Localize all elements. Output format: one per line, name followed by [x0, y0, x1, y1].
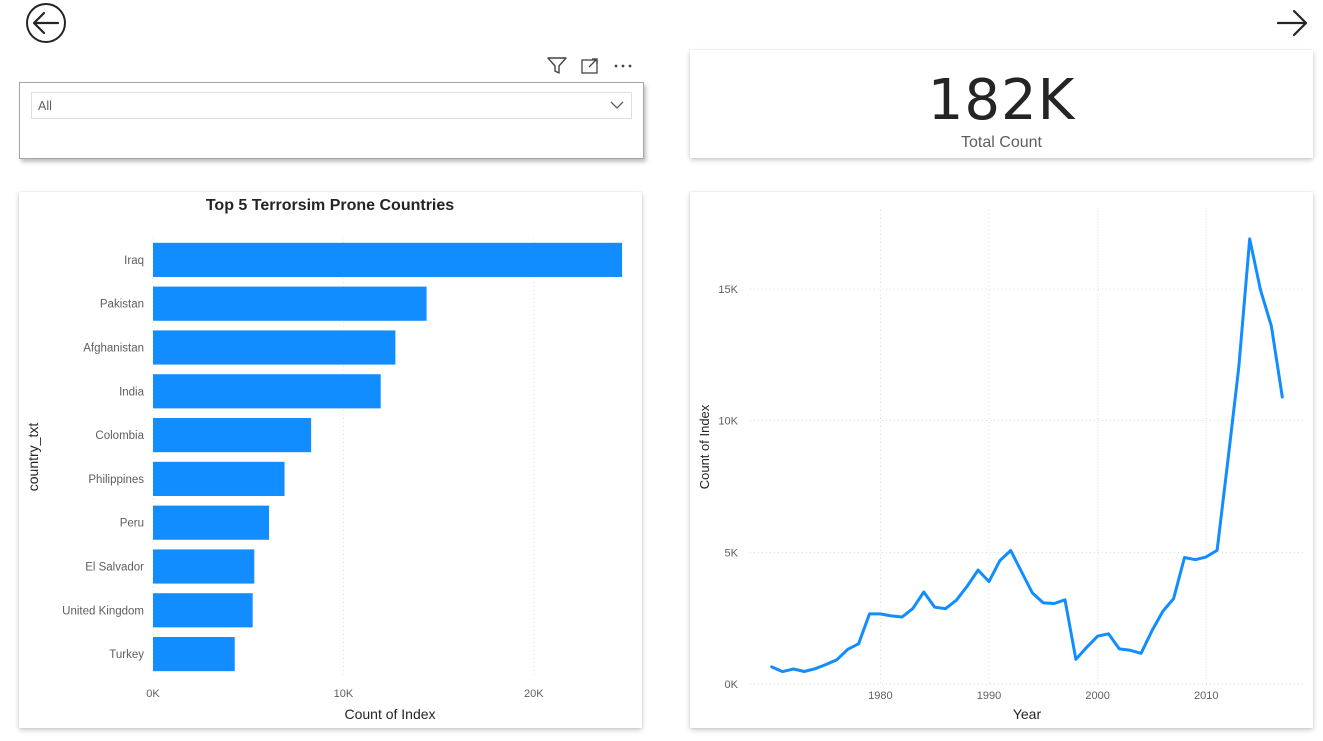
bar	[153, 549, 255, 584]
line-chart-card: 0K 5K 10K 15K 1980 1990 2000 2010 Year Count of I…	[690, 192, 1313, 728]
category-label: Pakistan	[100, 299, 144, 311]
x-tick-label: 10K	[334, 688, 354, 700]
y-tick-label: 10K	[718, 416, 738, 428]
bar-chart: 0K 10K 20K Iraq Pakistan Afghanistan India Colo…	[25, 197, 623, 722]
slicer-selected-value: All	[38, 98, 52, 113]
back-button[interactable]	[24, 2, 68, 46]
x-tick-label: 1980	[868, 690, 892, 702]
category-label: India	[119, 386, 145, 398]
forward-arrow-icon	[1276, 9, 1308, 37]
bar	[153, 286, 427, 321]
visual-header	[546, 56, 634, 81]
filter-icon[interactable]	[546, 56, 568, 81]
x-axis-title: Year	[1013, 706, 1042, 722]
bar	[153, 374, 381, 409]
chart-title: Top 5 Terrorsim Prone Countries	[206, 197, 454, 214]
x-tick-label: 2010	[1194, 690, 1218, 702]
kpi-card: 182K Total Count	[690, 50, 1313, 158]
bar-chart-card: 0K 10K 20K Iraq Pakistan Afghanistan India Colo…	[19, 192, 642, 728]
slicer-card: All	[19, 82, 644, 159]
chevron-down-icon	[609, 98, 625, 115]
bar	[153, 242, 623, 277]
focus-mode-icon[interactable]	[580, 56, 600, 81]
x-tick-label: 20K	[524, 688, 544, 700]
category-label: United Kingdom	[62, 605, 144, 617]
kpi-label: Total Count	[961, 134, 1042, 151]
category-label: Iraq	[124, 255, 144, 267]
x-tick-label: 0K	[146, 688, 160, 700]
x-axis-title: Count of Index	[344, 706, 435, 722]
y-axis-title: country_txt	[25, 423, 41, 492]
category-label: Turkey	[109, 649, 144, 661]
kpi-value: 182K	[927, 68, 1076, 133]
back-arrow-icon	[26, 3, 66, 43]
category-label: Colombia	[95, 430, 144, 442]
bar	[153, 330, 396, 365]
line-chart: 0K 5K 10K 15K 1980 1990 2000 2010 Year Count of I…	[697, 210, 1304, 722]
series-line	[770, 237, 1284, 674]
bar	[153, 418, 312, 453]
y-axis-title: Count of Index	[697, 404, 712, 489]
category-label: Peru	[120, 518, 144, 530]
y-tick-label: 0K	[725, 679, 739, 691]
more-options-icon[interactable]	[612, 56, 634, 81]
x-tick-label: 2000	[1085, 690, 1109, 702]
x-tick-label: 1990	[977, 690, 1001, 702]
slicer-dropdown[interactable]: All	[31, 92, 632, 119]
category-label: Afghanistan	[83, 343, 144, 355]
y-tick-label: 15K	[718, 284, 738, 296]
bar	[153, 505, 270, 540]
category-label: Philippines	[88, 474, 144, 486]
category-label: El Salvador	[85, 562, 144, 574]
bar	[153, 461, 285, 496]
bar	[153, 637, 235, 672]
bar	[153, 593, 253, 628]
y-tick-label: 5K	[725, 547, 739, 559]
forward-button[interactable]	[1274, 4, 1312, 42]
